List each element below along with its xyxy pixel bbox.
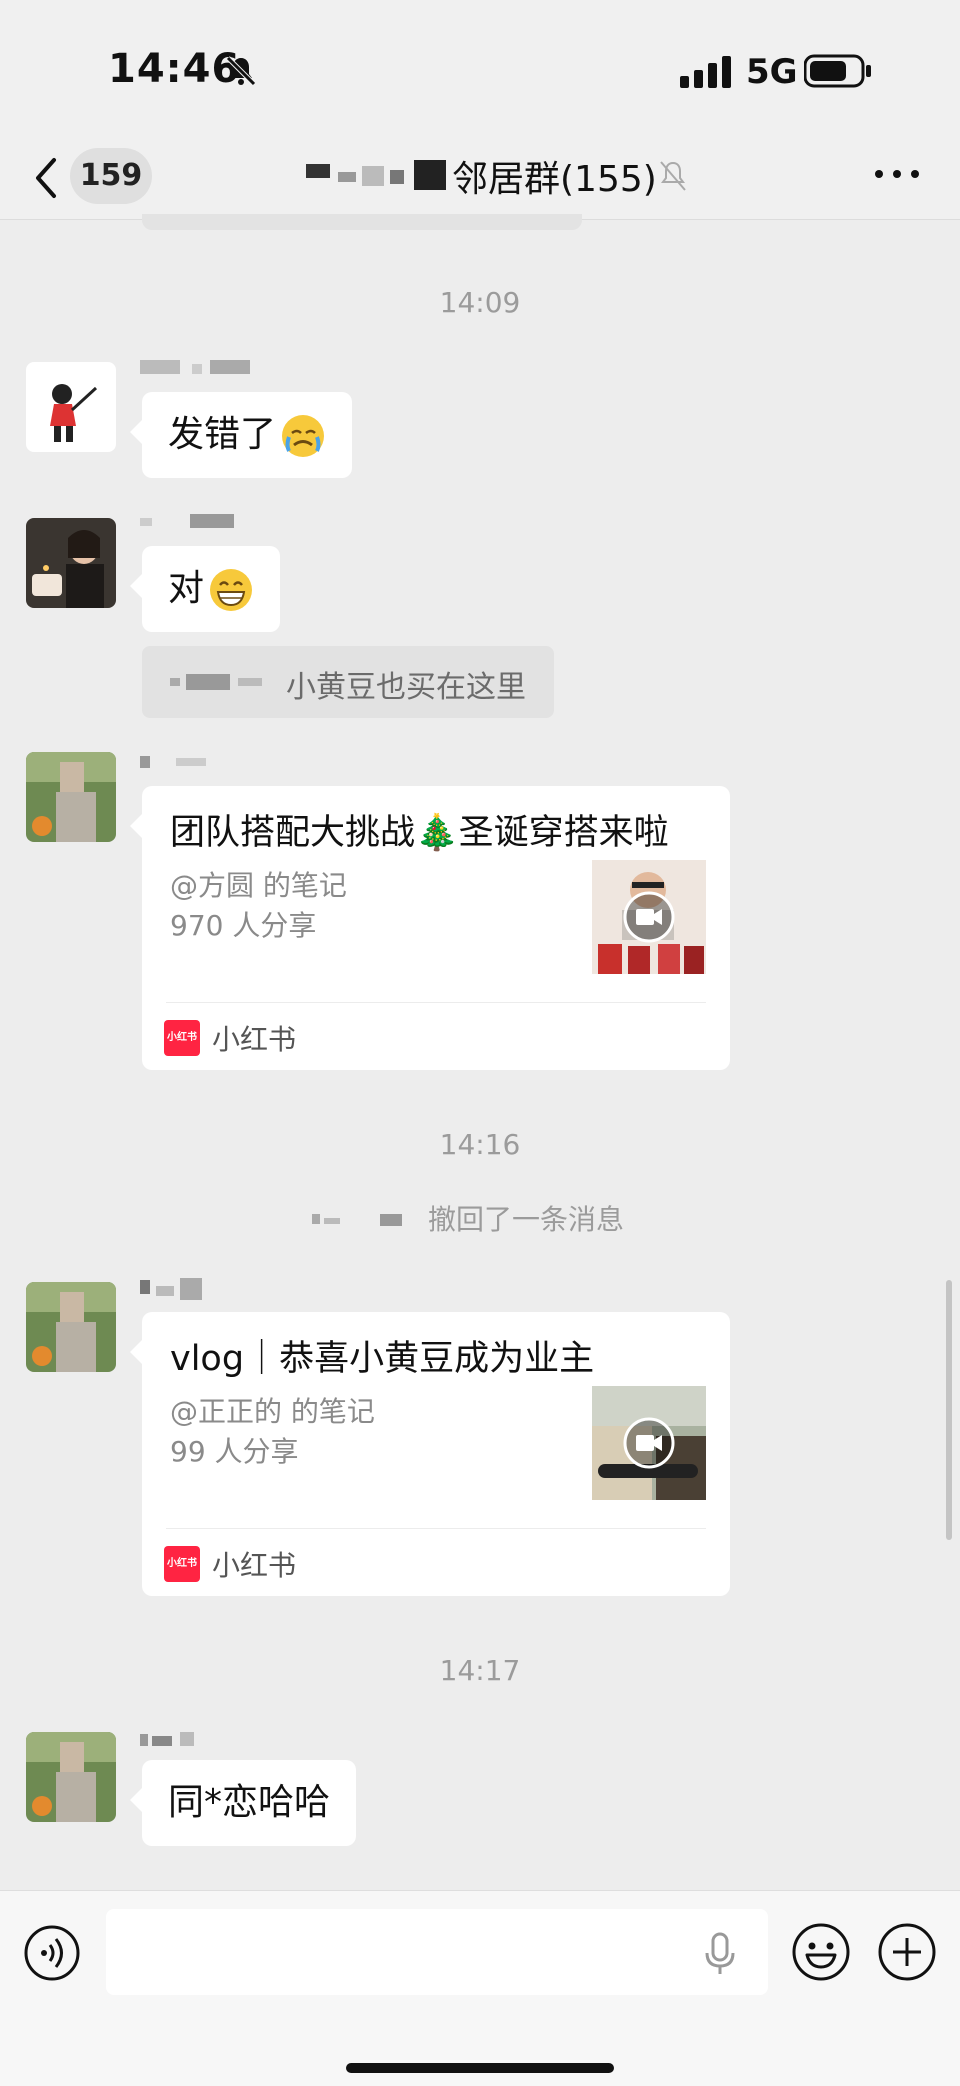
message-input-bar (0, 1890, 960, 2086)
wechat-group-chat-screen: 14:46 5G 159 邻居群(155) 14:09 发错了 对 小黄豆也买在… (0, 0, 960, 2086)
redacted-title-prefix (306, 160, 446, 190)
quote-text: 小黄豆也买在这里 (286, 670, 526, 705)
card-author: @正正的 的笔记 (170, 1395, 375, 1428)
redacted-quote-sender (170, 674, 262, 690)
shared-note-card[interactable]: 团队搭配大挑战🎄圣诞穿搭来啦 @方圆 的笔记 970 人分享 小红书 小红书 (130, 786, 730, 1070)
redacted-recall-sender (312, 1214, 402, 1226)
back-chevron-icon[interactable] (30, 154, 64, 202)
avatar[interactable] (26, 1282, 116, 1372)
redacted-sender-name (140, 1732, 194, 1746)
status-bar: 14:46 5G (0, 0, 960, 140)
message-text: 对 (168, 568, 205, 609)
card-divider (166, 1528, 706, 1529)
card-title: vlog｜恭喜小黄豆成为业主 (170, 1339, 595, 1379)
message-input[interactable] (106, 1909, 768, 1995)
more-actions-plus-icon[interactable] (876, 1921, 938, 1983)
chat-header: 159 邻居群(155) (0, 140, 960, 220)
xiaohongshu-logo-icon: 小红书 (164, 1546, 200, 1582)
network-type-label: 5G (746, 52, 798, 92)
emoji-picker-icon[interactable] (790, 1921, 852, 1983)
avatar[interactable] (26, 362, 116, 452)
time-divider: 14:16 (439, 1128, 521, 1161)
mute-notification-icon (660, 161, 686, 191)
video-thumbnail (592, 1386, 706, 1500)
avatar[interactable] (26, 1732, 116, 1822)
time-divider: 14:17 (439, 1654, 521, 1687)
redacted-sender-name (140, 1278, 202, 1300)
xiaohongshu-logo-icon: 小红书 (164, 1020, 200, 1056)
chat-title: 邻居群(155) (452, 159, 657, 200)
shared-note-card[interactable]: vlog｜恭喜小黄豆成为业主 @正正的 的笔记 99 人分享 小红书 小红书 (130, 1312, 730, 1596)
message-text: 发错了 (168, 414, 277, 455)
microphone-icon[interactable] (702, 1931, 738, 1977)
video-thumbnail (592, 860, 706, 974)
voice-input-icon[interactable] (22, 1923, 82, 1983)
card-divider (166, 1002, 706, 1003)
time-divider: 14:09 (439, 286, 521, 319)
bell-muted-icon (226, 56, 256, 86)
card-source: 小红书 (212, 1549, 297, 1582)
card-title: 团队搭配大挑战🎄圣诞穿搭来啦 (170, 813, 669, 853)
home-indicator (346, 2063, 614, 2073)
status-time: 14:46 (108, 46, 241, 92)
unread-count-badge[interactable]: 159 (70, 148, 152, 204)
card-share-count: 99 人分享 (170, 1435, 299, 1468)
redacted-sender-name (140, 756, 206, 768)
scroll-indicator[interactable] (946, 1280, 952, 1540)
card-source: 小红书 (212, 1023, 297, 1056)
message-bubble[interactable]: 发错了 (129, 392, 353, 478)
more-options-icon[interactable] (872, 164, 922, 184)
message-text: 同*恋哈哈 (168, 1782, 331, 1823)
recall-notice: 撤回了一条消息 (428, 1203, 625, 1236)
battery-icon (804, 54, 871, 88)
avatar[interactable] (26, 752, 116, 842)
message-bubble[interactable]: 对 (129, 546, 281, 632)
card-share-count: 970 人分享 (170, 909, 317, 942)
cellular-signal-icon (680, 56, 731, 88)
message-bubble[interactable]: 同*恋哈哈 (129, 1760, 357, 1846)
grinning-face-emoji-icon (210, 569, 253, 611)
redacted-sender-name (140, 360, 250, 374)
quoted-message[interactable]: 小黄豆也买在这里 (142, 646, 554, 718)
card-author: @方圆 的笔记 (170, 869, 347, 902)
avatar[interactable] (26, 518, 116, 608)
previous-message-bubble (142, 214, 582, 230)
redacted-sender-name (140, 514, 234, 528)
crying-face-emoji-icon (282, 415, 325, 457)
